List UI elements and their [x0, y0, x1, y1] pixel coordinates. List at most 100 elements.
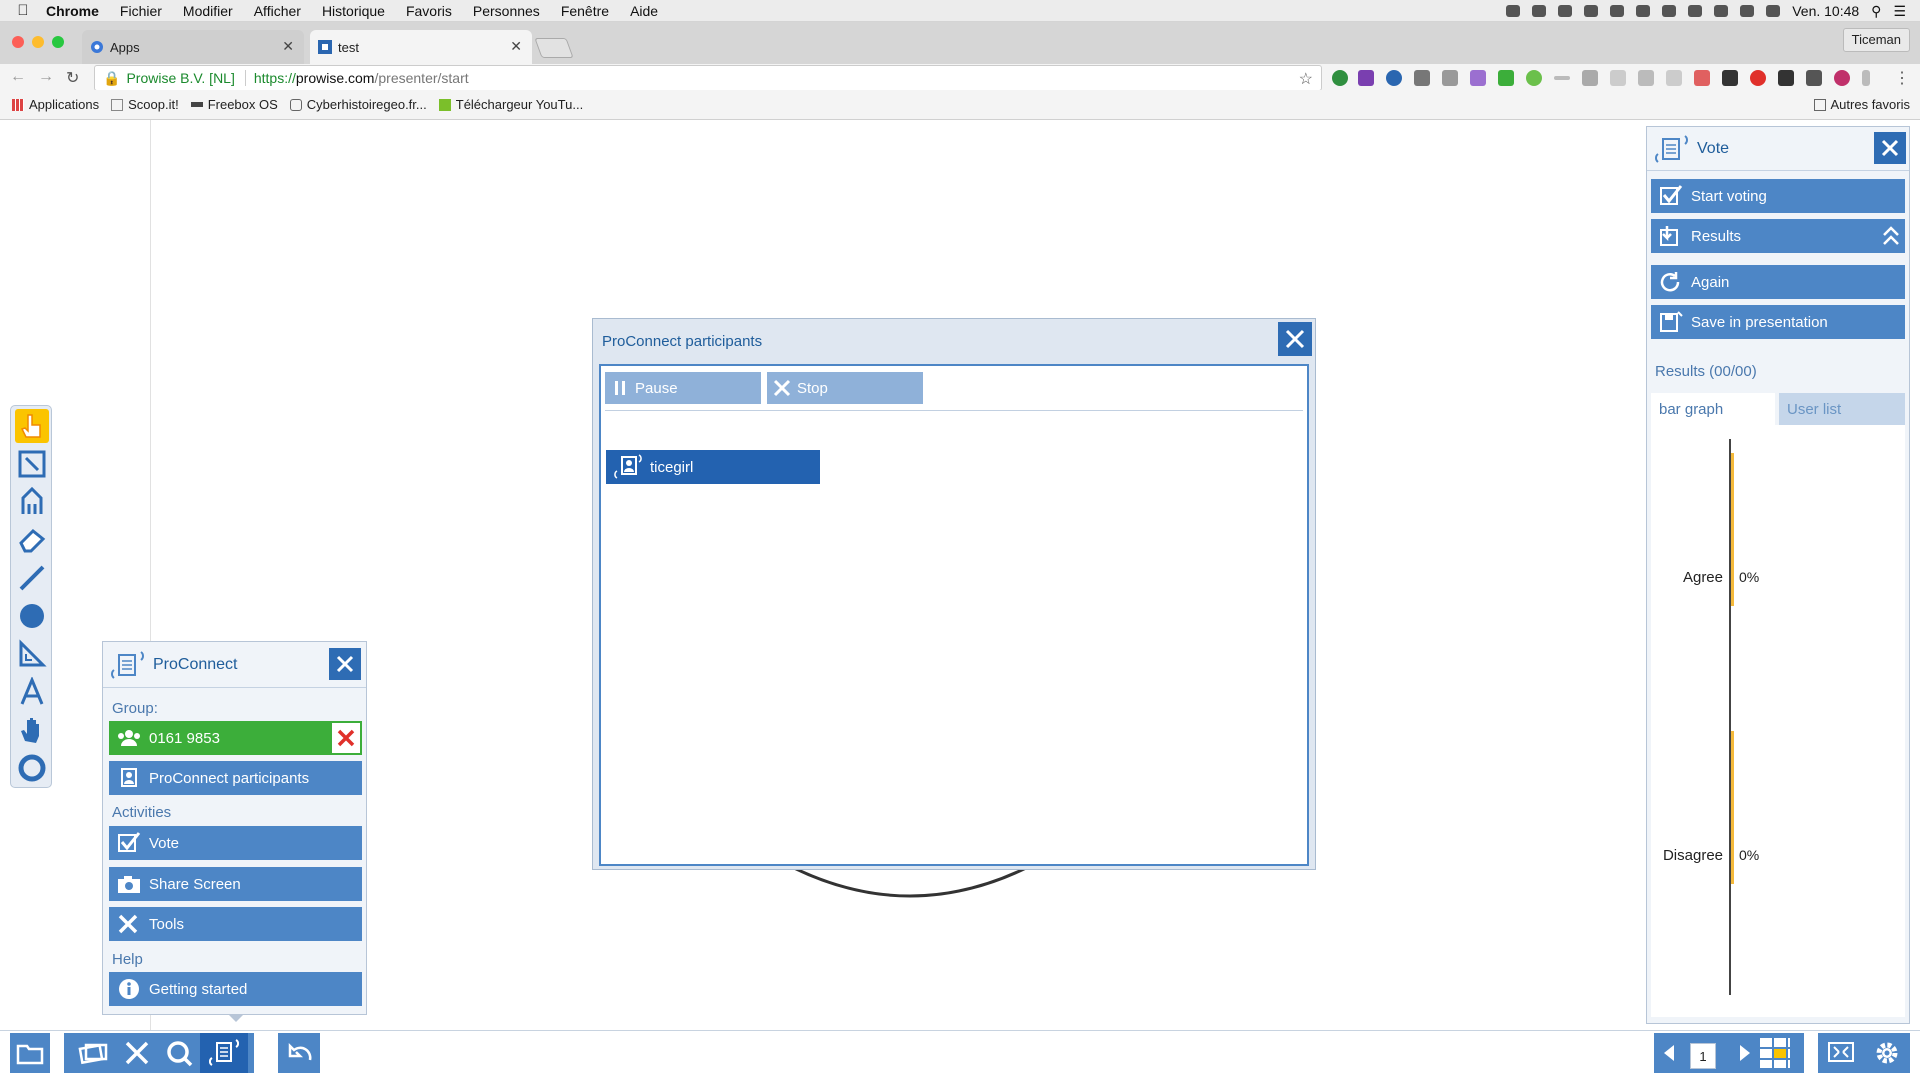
proconnect-participants-button[interactable]: ProConnect participants [109, 761, 362, 795]
pen-tool[interactable] [15, 485, 49, 519]
k-extension-icon[interactable] [1386, 70, 1402, 86]
opera-extension-icon[interactable] [1750, 70, 1766, 86]
lock-icon[interactable]: 🔒 [103, 70, 120, 87]
camera-extension-icon[interactable] [1442, 70, 1458, 86]
menu-historique[interactable]: Historique [322, 3, 385, 19]
chrome-menu-icon[interactable]: ⋮ [1894, 68, 1910, 88]
undo-button[interactable] [278, 1033, 320, 1073]
more-tools[interactable] [15, 751, 49, 785]
start-voting-button[interactable]: Start voting [1651, 179, 1905, 213]
bookmark-cyberhistoiregeo[interactable]: Cyberhistoiregeo.fr... [289, 97, 427, 112]
airplay-icon[interactable] [1636, 5, 1651, 17]
bookmark-youtube-downloader[interactable]: Téléchargeur YouTu... [438, 97, 583, 112]
ruler-tool[interactable] [15, 637, 49, 671]
bookmark-applications[interactable]: Applications [12, 97, 99, 112]
menu-aide[interactable]: Aide [630, 3, 658, 19]
cloud-icon[interactable] [1532, 5, 1547, 17]
tools-activity-button[interactable]: Tools [109, 907, 362, 941]
address-bar[interactable]: 🔒 Prowise B.V. [NL] https:// prowise.com… [94, 65, 1322, 91]
menu-modifier[interactable]: Modifier [183, 3, 233, 19]
sync-icon[interactable] [1610, 5, 1625, 17]
pin-extension-icon[interactable] [1862, 70, 1870, 86]
results-button[interactable]: Results [1651, 219, 1905, 253]
proconnect-button[interactable] [200, 1033, 248, 1073]
extension-icon[interactable] [1526, 70, 1542, 86]
bookmark-star-icon[interactable]: ☆ [1299, 69, 1313, 89]
close-tab-icon[interactable]: ✕ [282, 38, 294, 55]
getting-started-button[interactable]: Getting started [109, 972, 362, 1006]
pointer-tool[interactable] [15, 409, 49, 443]
search-button[interactable] [158, 1038, 200, 1068]
extension-icon[interactable] [1806, 70, 1822, 86]
dropbox-icon[interactable] [1558, 5, 1573, 17]
vote-activity-button[interactable]: Vote [109, 826, 362, 860]
extension-icon[interactable] [1610, 70, 1626, 86]
tab-test[interactable]: test ✕ [310, 30, 532, 64]
settings-button[interactable] [1864, 1038, 1910, 1068]
wifi-icon[interactable] [1740, 5, 1755, 17]
tab-bar-graph[interactable]: bar graph [1651, 393, 1775, 425]
pause-button[interactable]: Pause [605, 372, 761, 404]
bluetooth-icon[interactable] [1714, 5, 1729, 17]
tray-icon[interactable] [1584, 5, 1599, 17]
extension-icon[interactable] [1834, 70, 1850, 86]
timemachine-icon[interactable] [1688, 5, 1703, 17]
zoom-window-icon[interactable] [52, 36, 64, 48]
status-icon[interactable] [1506, 5, 1521, 17]
participant-item[interactable]: ticegirl [606, 450, 820, 484]
eraser-tool[interactable] [15, 523, 49, 557]
again-button[interactable]: Again [1651, 265, 1905, 299]
tools-button[interactable] [116, 1038, 158, 1068]
shape-tool[interactable] [15, 599, 49, 633]
apple-icon[interactable]:  [0, 2, 46, 19]
pen-extension-icon[interactable] [1470, 70, 1486, 86]
notification-center-icon[interactable]: ☰ [1893, 3, 1906, 20]
previous-page-icon[interactable] [1662, 1043, 1692, 1078]
extension-icon[interactable] [1694, 70, 1710, 86]
profile-button[interactable]: Ticeman [1842, 28, 1910, 52]
tab-apps[interactable]: Apps ✕ [82, 30, 304, 64]
extension-icon[interactable] [1332, 70, 1348, 86]
qr-extension-icon[interactable] [1722, 70, 1738, 86]
menu-app[interactable]: Chrome [46, 3, 99, 19]
line-tool[interactable] [15, 561, 49, 595]
extension-icon[interactable] [1638, 70, 1654, 86]
back-icon[interactable]: ← [10, 68, 26, 86]
extension-icon[interactable] [1582, 70, 1598, 86]
select-tool[interactable] [15, 447, 49, 481]
page-number[interactable]: 1 [1690, 1043, 1716, 1069]
menu-fichier[interactable]: Fichier [120, 3, 162, 19]
extension-icon[interactable] [1554, 76, 1570, 80]
collapse-chevron-icon[interactable] [1881, 223, 1901, 253]
menu-personnes[interactable]: Personnes [473, 3, 540, 19]
remove-group-button[interactable] [332, 723, 360, 753]
spotlight-icon[interactable]: ⚲ [1871, 3, 1881, 20]
menu-favoris[interactable]: Favoris [406, 3, 452, 19]
fullscreen-button[interactable] [1818, 1038, 1864, 1068]
media-button[interactable] [70, 1038, 116, 1068]
bookmark-scoopit[interactable]: Scoop.it! [111, 97, 179, 112]
menu-fenetre[interactable]: Fenêtre [561, 3, 609, 19]
volume-icon[interactable] [1766, 5, 1781, 17]
extension-icon[interactable] [1498, 70, 1514, 86]
close-tab-icon[interactable]: ✕ [510, 38, 522, 55]
onenote-extension-icon[interactable] [1358, 70, 1374, 86]
clock[interactable]: Ven. 10:48 [1792, 3, 1859, 19]
new-tab-button[interactable] [534, 38, 574, 58]
pan-tool[interactable] [15, 713, 49, 747]
security-label[interactable]: Prowise B.V. [NL] [126, 70, 234, 86]
page-overview-icon[interactable] [1760, 1038, 1800, 1073]
tab-user-list[interactable]: User list [1779, 393, 1905, 425]
reload-icon[interactable]: ↻ [66, 68, 79, 88]
share-screen-activity-button[interactable]: Share Screen [109, 867, 362, 901]
qr-extension-icon[interactable] [1778, 70, 1794, 86]
rss-extension-icon[interactable] [1666, 70, 1682, 86]
close-proconnect-button[interactable] [329, 648, 361, 680]
minimize-window-icon[interactable] [32, 36, 44, 48]
bookmark-other[interactable]: Autres favoris [1813, 97, 1910, 112]
open-file-button[interactable] [10, 1033, 50, 1073]
extension-icon[interactable] [1414, 70, 1430, 86]
close-dialog-button[interactable] [1278, 322, 1312, 356]
text-tool[interactable] [15, 675, 49, 709]
close-vote-button[interactable] [1874, 132, 1906, 164]
